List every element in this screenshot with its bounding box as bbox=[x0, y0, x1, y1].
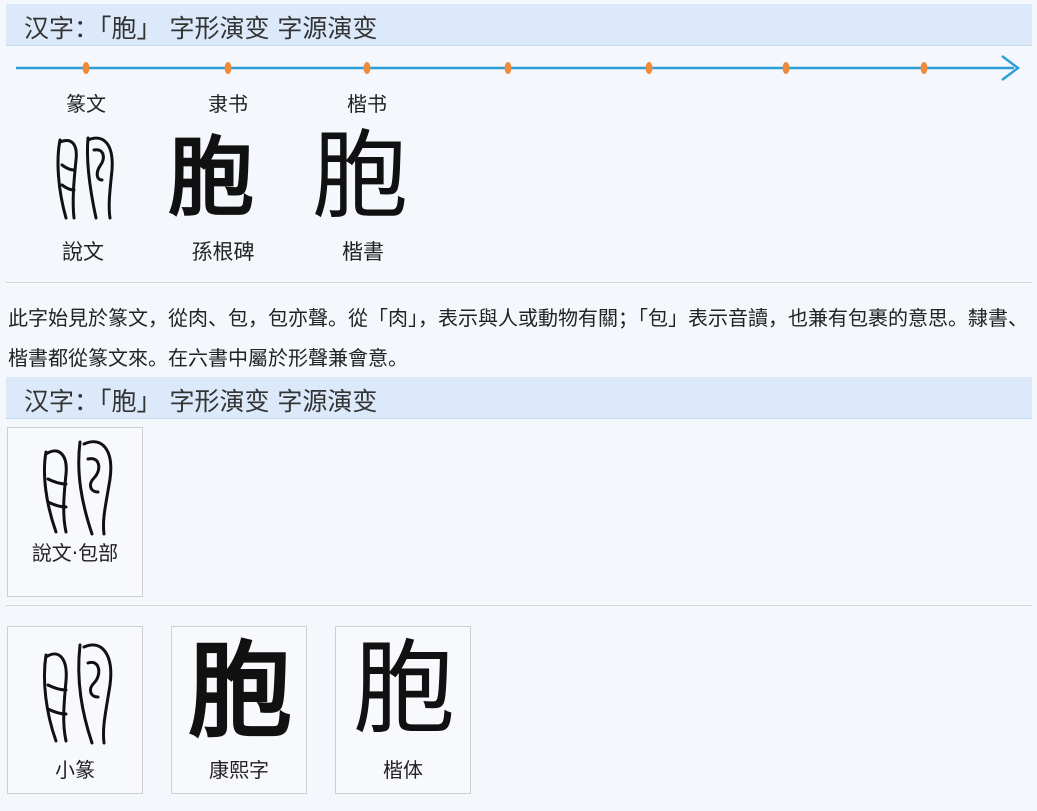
timeline-marker bbox=[782, 62, 790, 74]
shuowen-card[interactable]: 說文·包部 bbox=[7, 427, 143, 597]
seal-script-glyph bbox=[56, 136, 114, 220]
timeline-marker bbox=[224, 62, 232, 74]
timeline-marker bbox=[645, 62, 653, 74]
section-header: 汉字：「胞」 字形演变 字源演变 bbox=[6, 4, 1032, 46]
era-label-seal: 篆文 bbox=[66, 92, 106, 116]
section-header: 汉字：「胞」 字形演变 字源演变 bbox=[6, 377, 1032, 419]
regular-glyph: 胞 bbox=[312, 120, 408, 232]
glyph-caption: 孫根碑 bbox=[191, 240, 255, 264]
etymology-description: 此字始見於篆文，從肉、包，包亦聲。從「肉」，表示與人或動物有關；「包」表示音讀，… bbox=[8, 306, 1028, 370]
glyph-caption: 楷書 bbox=[342, 240, 384, 264]
timeline-axis bbox=[16, 55, 1021, 81]
era-label-regular: 楷书 bbox=[347, 92, 387, 116]
era-label-clerical: 隶书 bbox=[208, 92, 248, 116]
shuowen-seal-glyph bbox=[43, 440, 113, 536]
variant-card-small-seal[interactable]: 小篆 bbox=[7, 626, 143, 794]
variant-card-kaiti[interactable]: 胞 楷体 bbox=[335, 626, 471, 794]
section-title: 汉字：「胞」 字形演变 字源演变 bbox=[24, 14, 378, 43]
kaiti-glyph: 胞 bbox=[353, 630, 455, 749]
timeline bbox=[14, 52, 1026, 88]
divider bbox=[6, 282, 1032, 283]
glyph-caption: 說文 bbox=[62, 240, 104, 264]
variant-card-kangxi[interactable]: 胞 康熙字 bbox=[171, 626, 307, 794]
variant-caption: 康熙字 bbox=[209, 758, 269, 782]
timeline-marker bbox=[504, 62, 512, 74]
timeline-marker bbox=[82, 62, 90, 74]
variant-caption: 楷体 bbox=[383, 758, 423, 782]
timeline-marker bbox=[920, 62, 928, 74]
clerical-glyph: 胞 bbox=[168, 127, 254, 228]
kangxi-glyph: 胞 bbox=[187, 629, 292, 752]
shuowen-caption: 說文·包部 bbox=[31, 541, 119, 565]
section-title: 汉字：「胞」 字形演变 字源演变 bbox=[24, 387, 378, 416]
small-seal-glyph bbox=[43, 643, 113, 745]
variant-caption: 小篆 bbox=[55, 758, 95, 782]
divider bbox=[6, 605, 1032, 606]
timeline-marker bbox=[363, 62, 371, 74]
